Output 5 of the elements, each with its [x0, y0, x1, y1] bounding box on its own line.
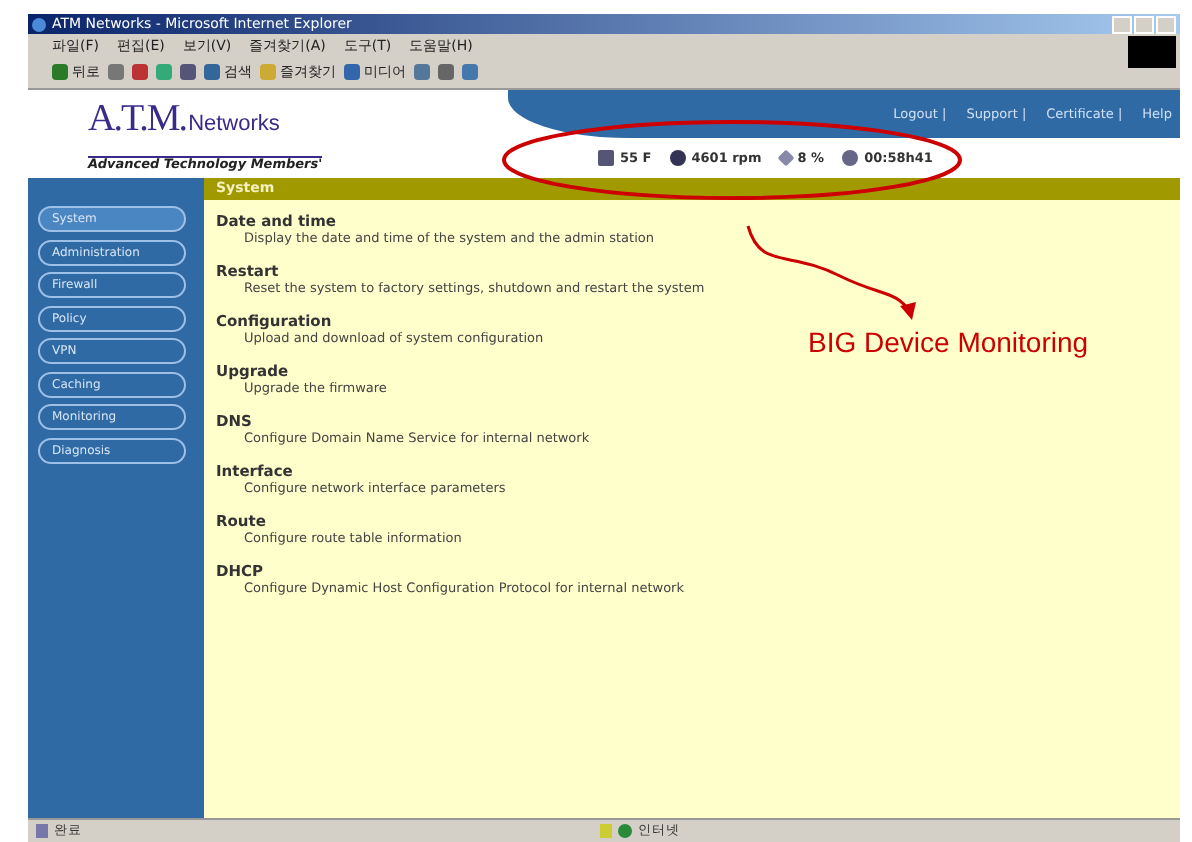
annotation-label: BIG Device Monitoring [808, 326, 1089, 358]
close-button[interactable] [1156, 15, 1176, 33]
browser-icon [32, 17, 46, 31]
maximize-button[interactable] [1134, 15, 1154, 33]
minimize-button[interactable] [1112, 15, 1132, 33]
